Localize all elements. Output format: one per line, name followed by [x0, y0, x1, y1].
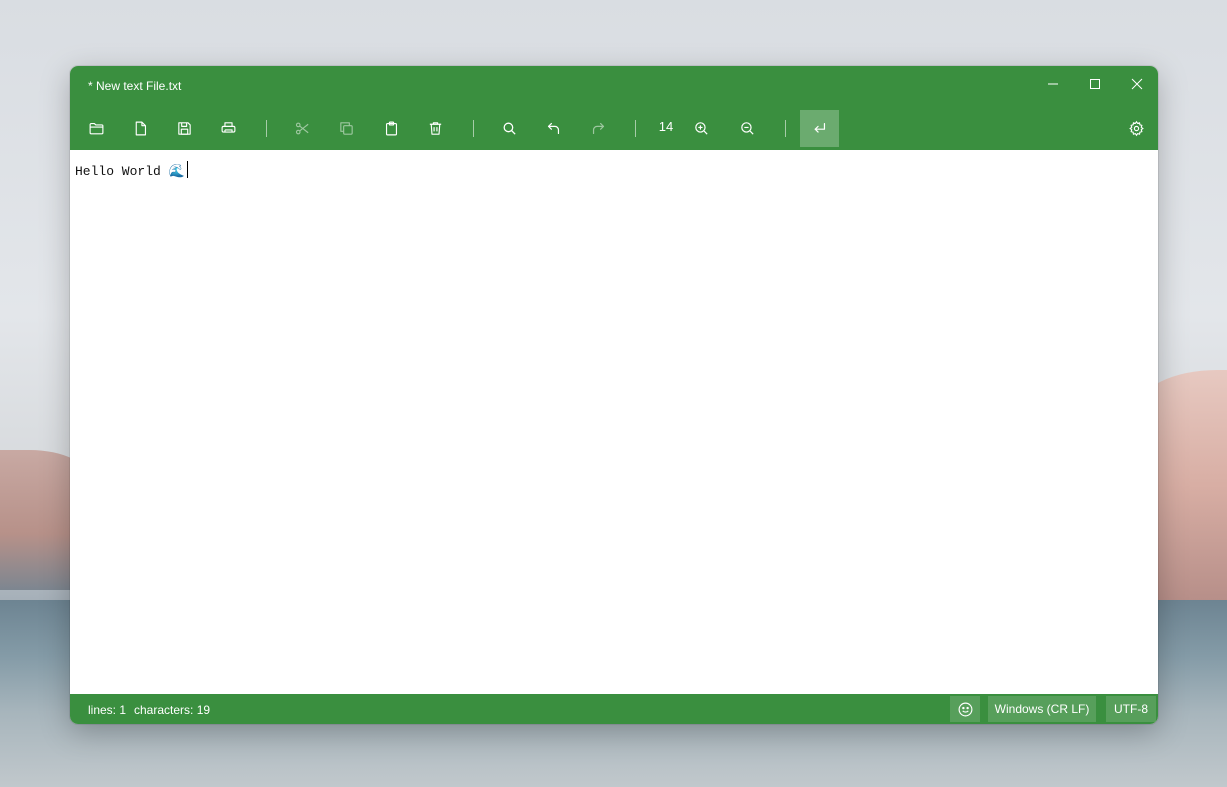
editor-content: Hello World 🌊: [75, 164, 185, 179]
redo-icon: [592, 122, 604, 134]
toolbar: 14: [70, 106, 1158, 150]
toolbar-separator: [266, 120, 267, 137]
close-icon: [1131, 78, 1143, 90]
word-wrap-toggle[interactable]: [800, 110, 839, 147]
save-icon: [177, 121, 191, 135]
paste-icon: [385, 121, 397, 135]
redo-button[interactable]: [580, 111, 616, 145]
line-ending-selector[interactable]: Windows (CR LF): [988, 696, 1096, 722]
maximize-button[interactable]: [1074, 70, 1116, 98]
encoding-selector[interactable]: UTF-8: [1106, 696, 1156, 722]
undo-button[interactable]: [535, 111, 571, 145]
window-title: * New text File.txt: [88, 79, 182, 93]
new-button[interactable]: [122, 111, 158, 145]
character-count: characters: 19: [134, 703, 211, 717]
search-button[interactable]: [491, 111, 527, 145]
copy-icon: [339, 121, 353, 135]
status-bar: lines: 1 characters: 19 Windows (CR LF) …: [70, 694, 1158, 724]
delete-icon: [429, 121, 441, 135]
emoji-button[interactable]: [950, 696, 980, 722]
minimize-icon: [1048, 83, 1058, 85]
cut-icon: [295, 122, 309, 134]
settings-button[interactable]: [1118, 111, 1154, 145]
print-button[interactable]: [210, 111, 246, 145]
text-caret: [186, 161, 188, 178]
title-bar[interactable]: * New text File.txt: [70, 66, 1158, 106]
close-button[interactable]: [1116, 70, 1158, 98]
open-folder-icon: [89, 122, 103, 134]
open-button[interactable]: [78, 111, 114, 145]
line-count: lines: 1: [88, 703, 127, 717]
zoom-in-button[interactable]: [683, 111, 719, 145]
print-icon: [221, 121, 235, 133]
save-button[interactable]: [166, 111, 202, 145]
undo-icon: [547, 122, 559, 134]
notepad-window: * New text File.txt 14 Hello World 🌊 lin…: [70, 66, 1158, 724]
word-wrap-icon: [814, 122, 826, 133]
toolbar-separator: [473, 120, 474, 137]
paste-button[interactable]: [373, 111, 409, 145]
cut-button[interactable]: [284, 111, 320, 145]
text-editor[interactable]: Hello World 🌊: [70, 150, 1158, 694]
toolbar-separator: [785, 120, 786, 137]
zoom-out-icon: [740, 121, 754, 135]
smiley-icon: [958, 702, 972, 716]
new-file-icon: [135, 121, 146, 135]
maximize-icon: [1090, 79, 1100, 89]
search-icon: [503, 122, 516, 135]
delete-button[interactable]: [417, 111, 453, 145]
zoom-out-button[interactable]: [729, 111, 765, 145]
copy-button[interactable]: [328, 111, 364, 145]
font-size-value: 14: [658, 119, 674, 134]
minimize-button[interactable]: [1032, 70, 1074, 98]
zoom-in-icon: [694, 121, 708, 135]
editor-text-line: Hello World 🌊: [75, 161, 188, 179]
toolbar-separator: [635, 120, 636, 137]
settings-icon: [1128, 120, 1144, 136]
